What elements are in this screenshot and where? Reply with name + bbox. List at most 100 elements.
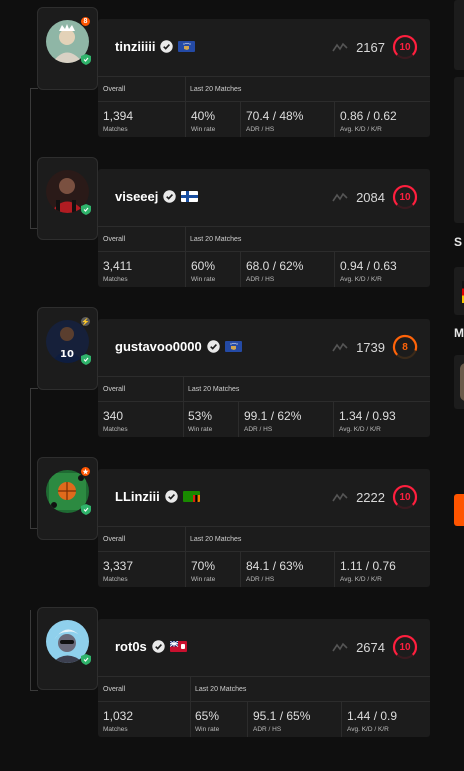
- adr-hs-label: ADR / HS: [246, 126, 275, 133]
- divider: [240, 251, 241, 287]
- bracket-line: [30, 388, 31, 528]
- shield-icon: [81, 654, 91, 665]
- adr-hs-value: 70.4 / 48%: [246, 109, 304, 123]
- avatar-frame[interactable]: 8: [37, 7, 98, 90]
- divider: [98, 701, 430, 702]
- stats-panel: Overall Last 20 Matches 3,337 Matches 70%…: [98, 526, 430, 587]
- shield-icon: [81, 504, 91, 515]
- side-panel-map: [454, 77, 464, 223]
- player-card[interactable]: tinziiiii 2167 10 Overall Last 20 Matche…: [98, 19, 430, 137]
- card-header: tinziiiii 2167 10: [98, 19, 430, 76]
- overall-label: Overall: [103, 686, 126, 693]
- winrate-value: 53%: [188, 409, 213, 423]
- side-section-label-m: M: [454, 326, 464, 340]
- winrate-label: Win rate: [188, 426, 213, 433]
- player-name[interactable]: viseeej: [115, 189, 158, 204]
- shield-icon: [81, 204, 91, 215]
- player-card[interactable]: viseeej 2084 10 Overall Last 20 Matches: [98, 169, 430, 287]
- kd-kr-value: 1.34 / 0.93: [339, 409, 396, 423]
- player-name[interactable]: rot0s: [115, 639, 147, 654]
- adr-hs-label: ADR / HS: [246, 576, 275, 583]
- adr-hs-label: ADR / HS: [246, 276, 275, 283]
- winrate-value: 70%: [191, 559, 216, 573]
- lightning-badge-icon: ⚡: [80, 316, 91, 327]
- avatar-frame[interactable]: 10 ⚡: [37, 307, 98, 390]
- matches-value: 340: [103, 409, 124, 423]
- divider: [98, 101, 430, 102]
- player-row: 8 tinziiiii 2167 10 Overall Last 20 Matc…: [37, 7, 430, 137]
- avatar-frame[interactable]: ★: [37, 457, 98, 540]
- player-card[interactable]: LLinziii 2222 10 Overall Last 20 Matches: [98, 469, 430, 587]
- elo-trend-icon: [332, 192, 348, 202]
- player-name[interactable]: LLinziii: [115, 489, 160, 504]
- side-item-avatar[interactable]: [454, 355, 464, 409]
- skill-level-value: 10: [399, 491, 411, 503]
- divider: [334, 101, 335, 137]
- player-card[interactable]: gustavoo0000 1739 8 Overall Last 20 Matc…: [98, 319, 430, 437]
- level-badge-icon: 8: [80, 16, 91, 27]
- side-avatar-thumb: [460, 363, 464, 401]
- winrate-label: Win rate: [191, 576, 216, 583]
- overall-label: Overall: [103, 386, 126, 393]
- verified-icon: [207, 340, 220, 353]
- player-card[interactable]: rot0s 2674 10 Overall Last 20 Matches 1,…: [98, 619, 430, 737]
- player-row: rot0s 2674 10 Overall Last 20 Matches 1,…: [37, 607, 430, 737]
- divider: [183, 377, 184, 437]
- last20-label: Last 20 Matches: [190, 236, 242, 243]
- kd-kr-label: Avg. K/D / K/R: [347, 726, 389, 733]
- overall-label: Overall: [103, 86, 126, 93]
- overall-label: Overall: [103, 536, 126, 543]
- matches-value: 1,394: [103, 109, 134, 123]
- bracket-line: [30, 610, 31, 690]
- last20-label: Last 20 Matches: [190, 86, 242, 93]
- matches-label: Matches: [103, 426, 128, 433]
- kd-kr-label: Avg. K/D / K/R: [339, 426, 381, 433]
- adr-hs-value: 68.0 / 62%: [246, 259, 304, 273]
- skill-level-badge: 10: [392, 484, 418, 510]
- winrate-value: 40%: [191, 109, 216, 123]
- card-header: viseeej 2084 10: [98, 169, 430, 226]
- matches-value: 1,032: [103, 709, 134, 723]
- divider: [190, 677, 191, 737]
- player-name[interactable]: tinziiiii: [115, 39, 155, 54]
- side-item-flag[interactable]: [454, 267, 464, 315]
- kd-kr-value: 1.11 / 0.76: [340, 559, 396, 573]
- verified-icon: [165, 490, 178, 503]
- card-header: gustavoo0000 1739 8: [98, 319, 430, 376]
- kd-kr-value: 0.86 / 0.62: [340, 109, 397, 123]
- stats-panel: Overall Last 20 Matches 1,394 Matches 40%…: [98, 76, 430, 137]
- card-header: LLinziii 2222 10: [98, 469, 430, 526]
- player-name[interactable]: gustavoo0000: [115, 339, 202, 354]
- elo-trend-icon: [332, 342, 348, 352]
- side-orange-button[interactable]: [454, 494, 464, 526]
- kd-kr-label: Avg. K/D / K/R: [340, 276, 382, 283]
- stats-panel: Overall Last 20 Matches 1,032 Matches 65%…: [98, 676, 430, 737]
- adr-hs-value: 95.1 / 65%: [253, 709, 311, 723]
- skill-level-value: 10: [399, 41, 411, 53]
- matches-value: 3,337: [103, 559, 134, 573]
- side-panel-top: [454, 0, 464, 70]
- avatar-frame[interactable]: [37, 157, 98, 240]
- divider: [333, 401, 334, 437]
- adr-hs-label: ADR / HS: [253, 726, 282, 733]
- divider: [341, 701, 342, 737]
- matches-label: Matches: [103, 276, 128, 283]
- elo-value: 2674: [356, 639, 385, 655]
- skill-level-value: 8: [402, 341, 408, 353]
- adr-hs-value: 99.1 / 62%: [244, 409, 302, 423]
- player-row: 10 ⚡ gustavoo0000 1739 8 Overall Last 20…: [37, 307, 430, 437]
- kosovo-flag-icon: [178, 41, 196, 52]
- bermuda-flag-icon: [169, 641, 187, 652]
- kosovo-flag-icon: [224, 341, 242, 352]
- shield-icon: [81, 54, 91, 65]
- svg-text:10: 10: [60, 349, 74, 360]
- matches-label: Matches: [103, 576, 128, 583]
- skill-level-badge: 10: [392, 34, 418, 60]
- winrate-value: 60%: [191, 259, 216, 273]
- card-header: rot0s 2674 10: [98, 619, 430, 676]
- match-roster: S M 8 tinziiiii 2167 10 Overall Last 20 …: [0, 0, 464, 771]
- skill-level-badge: 10: [392, 634, 418, 660]
- winrate-value: 65%: [195, 709, 220, 723]
- kd-kr-value: 0.94 / 0.63: [340, 259, 397, 273]
- avatar-frame[interactable]: [37, 607, 98, 690]
